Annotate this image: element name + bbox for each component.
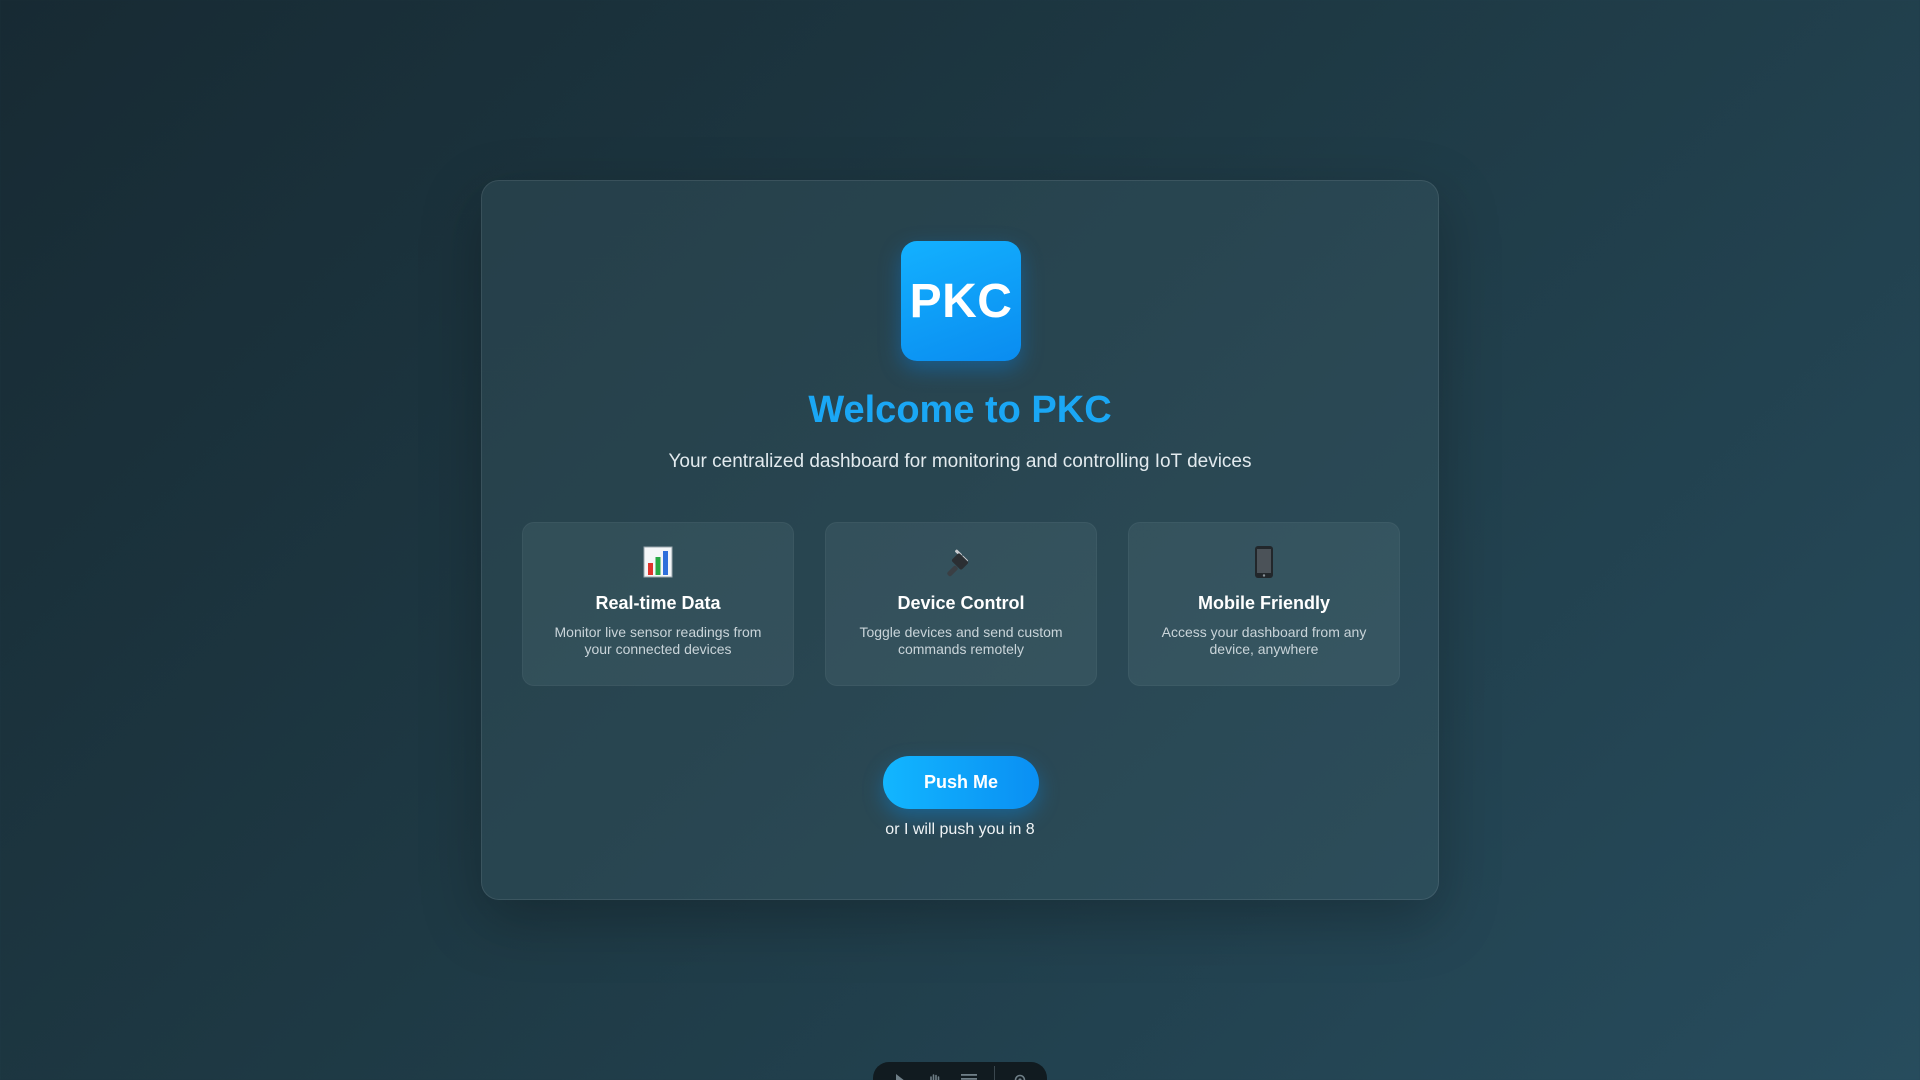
pkc-logo: PKC <box>901 241 1021 361</box>
welcome-card: PKC Welcome to PKC Your centralized dash… <box>481 180 1439 900</box>
plug-icon <box>826 545 1096 583</box>
countdown-text: or I will push you in 8 <box>885 821 1035 838</box>
feature-title: Mobile Friendly <box>1197 593 1330 613</box>
welcome-subtitle: Your centralized dashboard for monitorin… <box>668 451 1252 472</box>
toolbar-divider <box>994 1066 996 1080</box>
bar-chart-icon <box>523 545 793 583</box>
feature-description: Toggle devices and send custom commands … <box>859 624 1063 657</box>
mobile-phone-icon <box>1129 545 1399 583</box>
menu-icon[interactable] <box>959 1069 979 1080</box>
feature-description: Access your dashboard from any device, a… <box>1161 624 1367 657</box>
feature-card-realtime-data: Real-time Data Monitor live sensor readi… <box>522 522 794 686</box>
logo-text: PKC <box>909 274 1013 328</box>
hand-icon[interactable] <box>925 1069 945 1080</box>
feature-card-device-control: Device Control Toggle devices and send c… <box>825 522 1097 686</box>
feature-card-mobile-friendly: Mobile Friendly Access your dashboard fr… <box>1128 522 1400 686</box>
bottom-toolbar <box>873 1062 1047 1080</box>
features-row: Real-time Data Monitor live sensor readi… <box>522 522 1400 686</box>
welcome-title: Welcome to PKC <box>808 389 1112 431</box>
push-me-button[interactable]: Push Me <box>883 756 1039 809</box>
feature-description: Monitor live sensor readings from your c… <box>554 624 762 657</box>
cursor-icon[interactable] <box>890 1069 910 1080</box>
settings-icon[interactable] <box>1010 1069 1030 1080</box>
feature-title: Device Control <box>897 593 1025 613</box>
feature-title: Real-time Data <box>595 593 721 613</box>
